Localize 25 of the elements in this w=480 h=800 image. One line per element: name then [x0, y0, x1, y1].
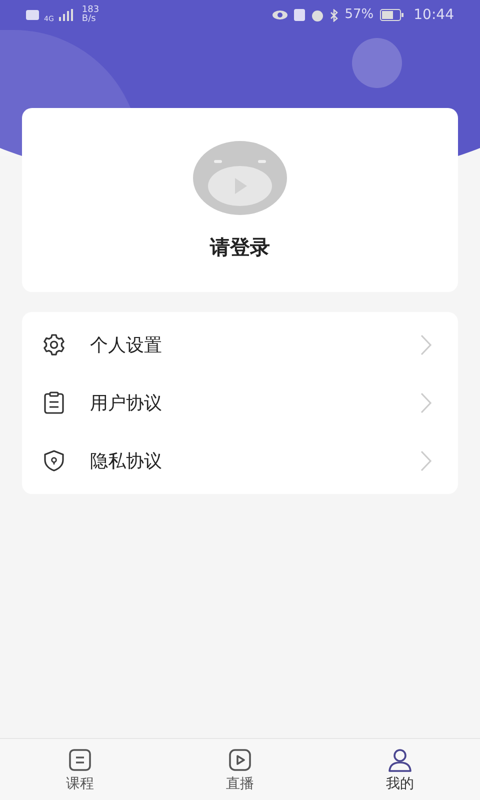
clipboard-icon	[42, 391, 66, 415]
menu-item[interactable]: 隐私协议	[22, 432, 458, 490]
speed-unit: B/s	[82, 15, 97, 24]
user-icon	[388, 748, 412, 772]
signal-icon	[58, 9, 73, 21]
avatar-icon	[192, 140, 288, 216]
chevron-right-icon	[420, 334, 432, 356]
menu-item[interactable]: 用户协议	[22, 374, 458, 432]
login-prompt[interactable]: 请登录	[210, 232, 270, 262]
clock: 10:44	[414, 6, 454, 24]
menu-item[interactable]: 个人设置	[22, 316, 458, 374]
battery-icon	[380, 9, 404, 21]
chevron-right-icon	[420, 392, 432, 414]
list-icon	[68, 748, 92, 772]
tab[interactable]: 课程	[0, 739, 160, 800]
gear-icon	[42, 333, 66, 357]
chevron-right-icon	[420, 450, 432, 472]
bluetooth-icon	[330, 8, 339, 22]
speed-value: 183	[82, 6, 100, 15]
battery-percent: 57%	[344, 6, 374, 24]
tab[interactable]: 直播	[160, 739, 320, 800]
play-icon	[228, 748, 252, 772]
eye-icon	[272, 10, 288, 20]
shield-icon	[42, 449, 66, 473]
tab[interactable]: 我的	[320, 739, 480, 800]
